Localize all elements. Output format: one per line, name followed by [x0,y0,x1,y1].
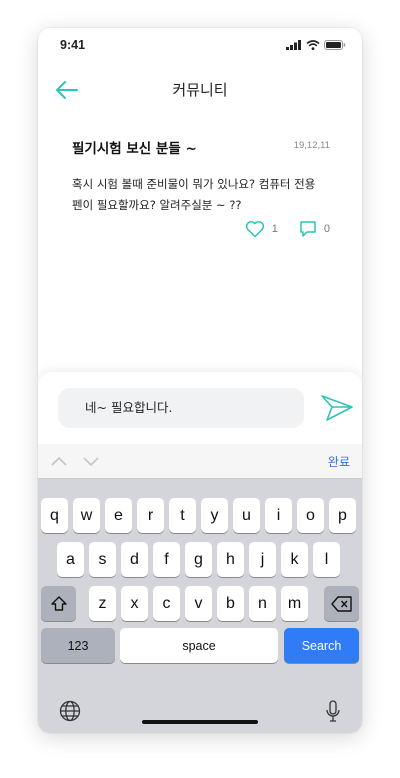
comment-input[interactable]: 네~ 필요합니다. [58,388,304,428]
backspace-key[interactable] [324,586,359,621]
key-v[interactable]: v [185,586,212,621]
send-button[interactable] [319,392,355,424]
key-d[interactable]: d [121,542,148,577]
chevron-down-icon [83,457,99,467]
globe-icon [59,700,81,722]
previous-field-button[interactable] [50,453,68,467]
keyboard-toolbar: 완료 [38,444,362,479]
heart-icon [245,221,264,238]
done-button[interactable]: 완료 [328,453,350,470]
key-f[interactable]: f [153,542,180,577]
post-date: 19,12,11 [293,140,330,151]
key-q[interactable]: q [41,498,68,533]
comment-button[interactable]: 0 [299,220,330,238]
post-title: 필기시험 보신 분들 ~ [72,141,197,157]
post-body-line: 펜이 필요할까요? 알려주실분 ~ ?? [72,198,242,212]
space-key[interactable]: space [120,628,278,663]
key-e[interactable]: e [105,498,132,533]
key-u[interactable]: u [233,498,260,533]
post-body-line: 혹시 시험 볼때 준비물이 뭐가 있나요? 컴퓨터 전용 [72,177,316,191]
status-icons [286,40,346,50]
key-j[interactable]: j [249,542,276,577]
key-x[interactable]: x [121,586,148,621]
key-n[interactable]: n [249,586,276,621]
comment-composer: 네~ 필요합니다. [38,372,362,444]
dictation-button[interactable] [325,700,341,728]
battery-icon [324,40,346,50]
post-body: 혹시 시험 볼때 준비물이 뭐가 있나요? 컴퓨터 전용 펜이 필요할까요? 알… [72,174,330,216]
status-bar: 9:41 [38,28,362,64]
wifi-icon [306,40,320,50]
backspace-icon [330,595,352,612]
comment-icon [300,221,316,237]
key-r[interactable]: r [137,498,164,533]
key-m[interactable]: m [281,586,308,621]
header: 커뮤니티 [38,72,362,108]
shift-key[interactable] [41,586,76,621]
key-s[interactable]: s [89,542,116,577]
numbers-key[interactable]: 123 [41,628,115,663]
chevron-up-icon [51,456,67,466]
send-icon [321,395,353,421]
key-k[interactable]: k [281,542,308,577]
key-a[interactable]: a [57,542,84,577]
key-h[interactable]: h [217,542,244,577]
search-key[interactable]: Search [284,628,359,663]
key-l[interactable]: l [313,542,340,577]
next-field-button[interactable] [82,453,100,467]
key-c[interactable]: c [153,586,180,621]
key-t[interactable]: t [169,498,196,533]
page-title: 커뮤니티 [172,81,228,99]
key-y[interactable]: y [201,498,228,533]
post-stats: 1 0 [245,220,330,238]
like-count: 1 [271,223,278,235]
key-b[interactable]: b [217,586,244,621]
microphone-icon [326,700,340,722]
globe-button[interactable] [59,700,81,726]
home-indicator [142,720,258,724]
shift-icon [50,595,67,611]
key-g[interactable]: g [185,542,212,577]
keyboard: 완료 123 space Search q w e r t y u i o p … [38,444,362,733]
cellular-signal-icon [286,40,301,50]
key-o[interactable]: o [297,498,324,533]
key-p[interactable]: p [329,498,356,533]
like-button[interactable]: 1 [245,220,278,238]
key-i[interactable]: i [265,498,292,533]
key-z[interactable]: z [89,586,116,621]
key-w[interactable]: w [73,498,100,533]
status-time: 9:41 [60,38,86,52]
phone-frame: 9:41 커뮤니티 필기시험 보신 분들 ~ 19,12,11 혹시 시험 볼때… [38,28,362,733]
comment-count: 0 [323,223,330,235]
